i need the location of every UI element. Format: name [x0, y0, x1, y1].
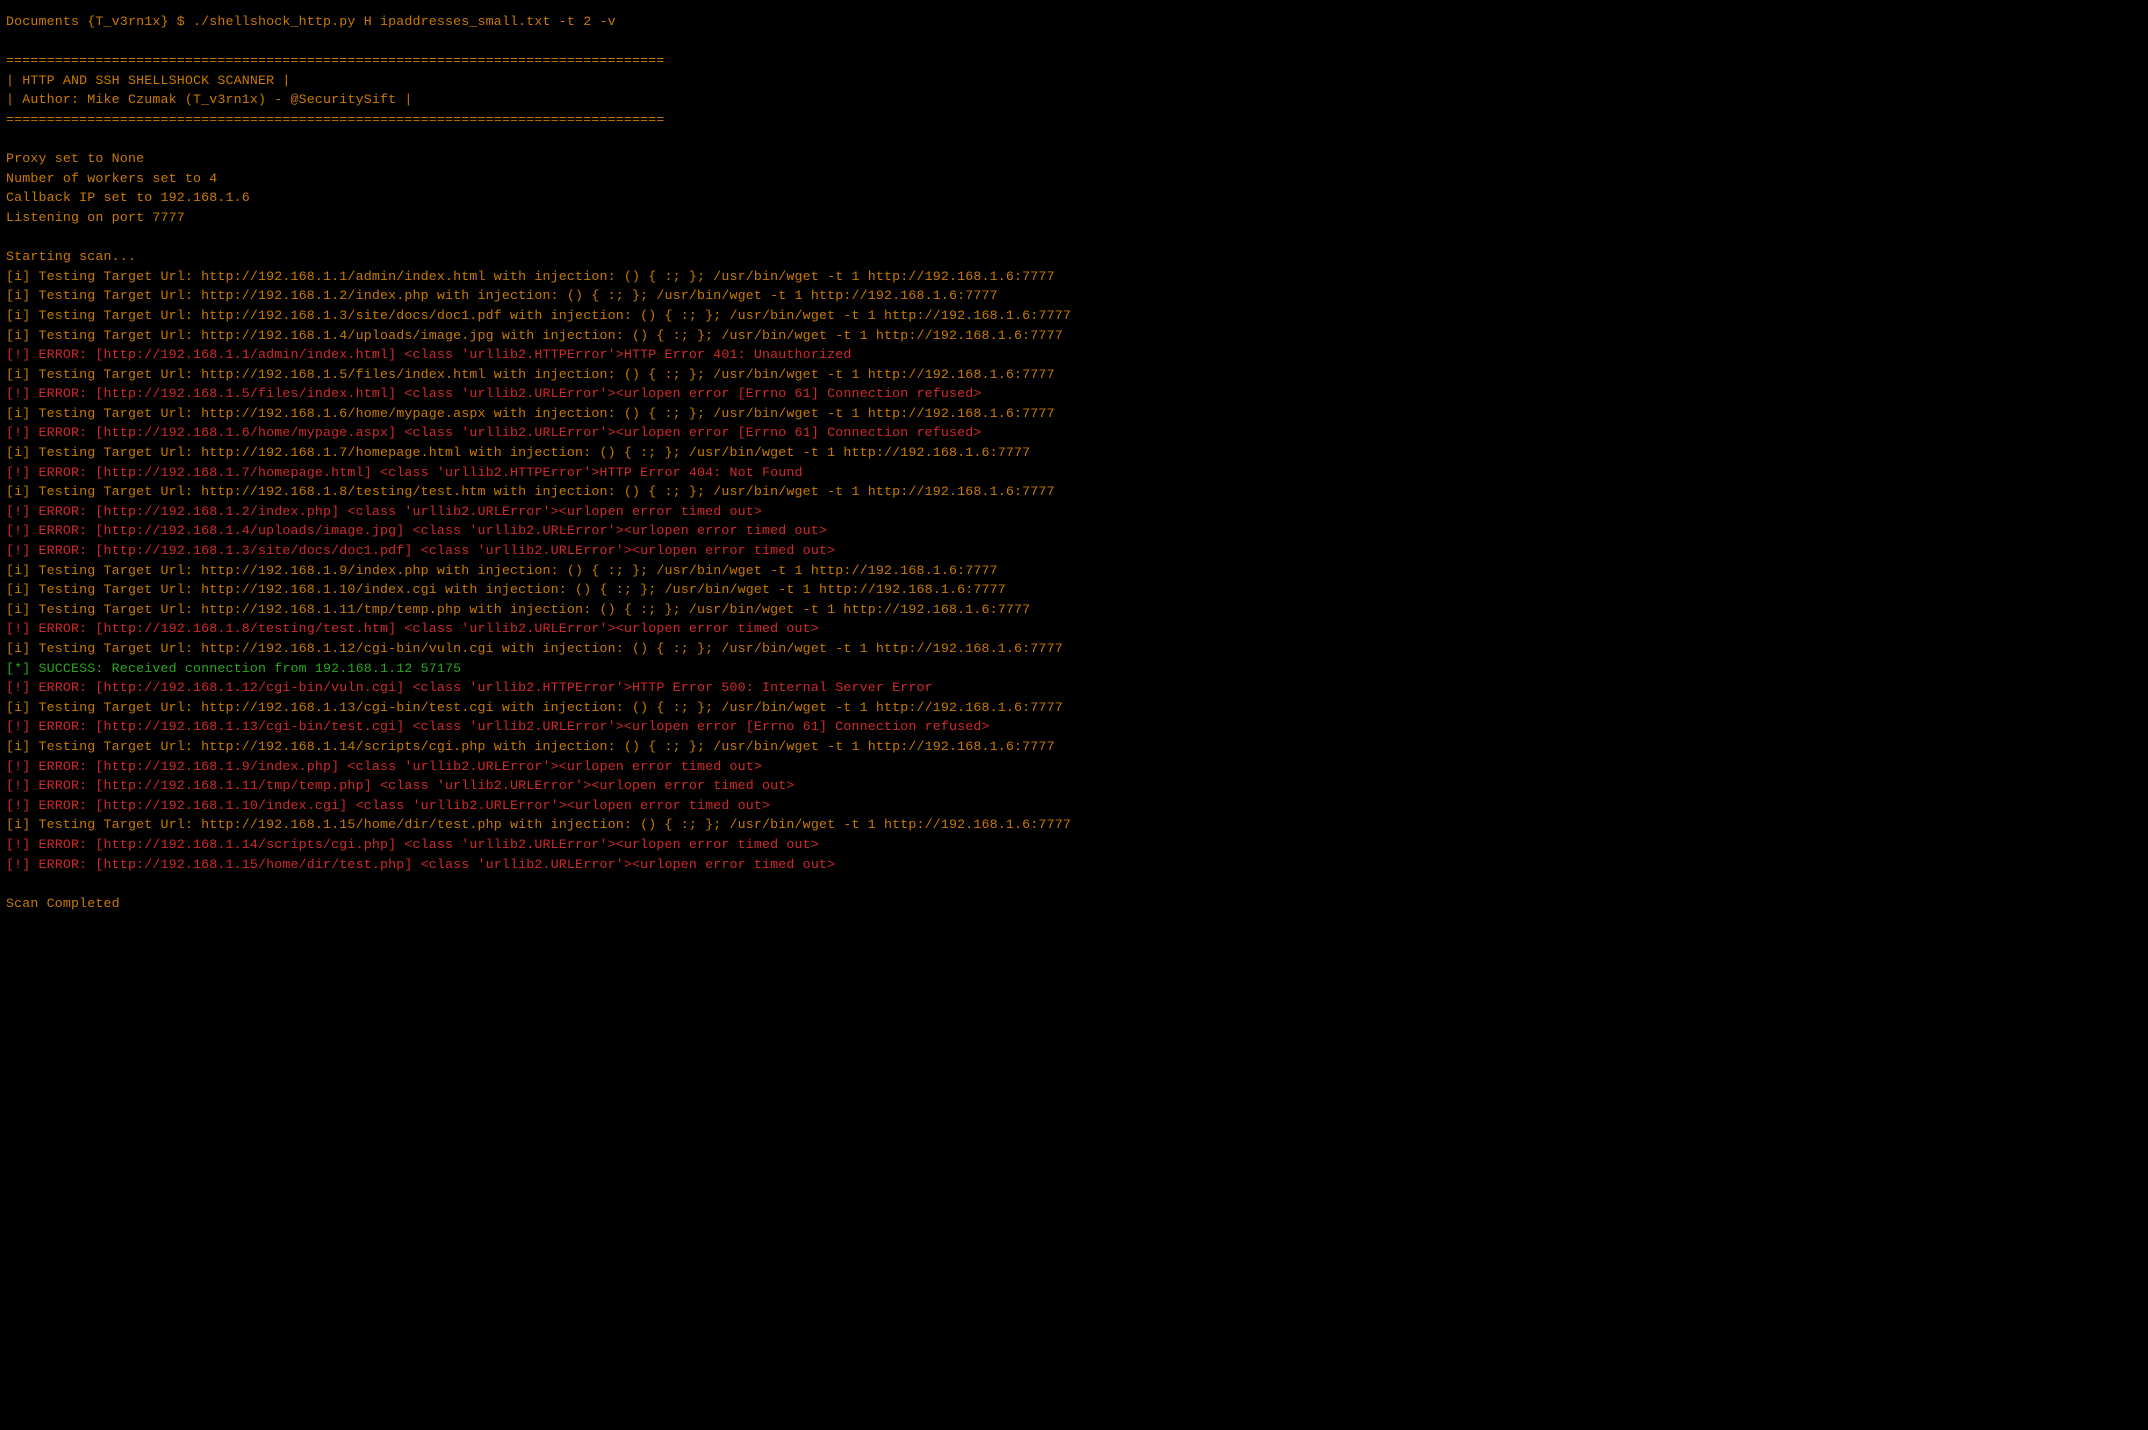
blank-line	[6, 228, 2142, 248]
log-info-line: [i] Testing Target Url: http://192.168.1…	[6, 698, 2142, 718]
log-info-line: [i] Testing Target Url: http://192.168.1…	[6, 306, 2142, 326]
log-error-line: [!] ERROR: [http://192.168.1.12/cgi-bin/…	[6, 678, 2142, 698]
config-callback: Callback IP set to 192.168.1.6	[6, 188, 2142, 208]
config-proxy: Proxy set to None	[6, 149, 2142, 169]
banner-author: | Author: Mike Czumak (T_v3rn1x) - @Secu…	[6, 90, 2142, 110]
log-error-line: [!] ERROR: [http://192.168.1.1/admin/ind…	[6, 345, 2142, 365]
log-error-line: [!] ERROR: [http://192.168.1.13/cgi-bin/…	[6, 717, 2142, 737]
log-error-line: [!] ERROR: [http://192.168.1.2/index.php…	[6, 502, 2142, 522]
scan-lines: [i] Testing Target Url: http://192.168.1…	[6, 267, 2142, 874]
log-info-line: [i] Testing Target Url: http://192.168.1…	[6, 482, 2142, 502]
log-info-line: [i] Testing Target Url: http://192.168.1…	[6, 737, 2142, 757]
log-error-line: [!] ERROR: [http://192.168.1.5/files/ind…	[6, 384, 2142, 404]
config-workers: Number of workers set to 4	[6, 169, 2142, 189]
log-error-line: [!] ERROR: [http://192.168.1.11/tmp/temp…	[6, 776, 2142, 796]
config-listen: Listening on port 7777	[6, 208, 2142, 228]
log-error-line: [!] ERROR: [http://192.168.1.4/uploads/i…	[6, 521, 2142, 541]
log-info-line: [i] Testing Target Url: http://192.168.1…	[6, 443, 2142, 463]
log-success-line: [*] SUCCESS: Received connection from 19…	[6, 659, 2142, 679]
log-error-line: [!] ERROR: [http://192.168.1.9/index.php…	[6, 757, 2142, 777]
banner-hr: ========================================…	[6, 110, 2142, 130]
log-info-line: [i] Testing Target Url: http://192.168.1…	[6, 580, 2142, 600]
log-error-line: [!] ERROR: [http://192.168.1.7/homepage.…	[6, 463, 2142, 483]
scan-completed: Scan Completed	[6, 894, 2142, 914]
log-error-line: [!] ERROR: [http://192.168.1.15/home/dir…	[6, 855, 2142, 875]
terminal-output: Documents {T_v3rn1x} $ ./shellshock_http…	[0, 0, 2148, 925]
log-info-line: [i] Testing Target Url: http://192.168.1…	[6, 815, 2142, 835]
banner-title: | HTTP AND SSH SHELLSHOCK SCANNER |	[6, 71, 2142, 91]
log-info-line: [i] Testing Target Url: http://192.168.1…	[6, 600, 2142, 620]
log-error-line: [!] ERROR: [http://192.168.1.10/index.cg…	[6, 796, 2142, 816]
log-info-line: [i] Testing Target Url: http://192.168.1…	[6, 404, 2142, 424]
log-error-line: [!] ERROR: [http://192.168.1.3/site/docs…	[6, 541, 2142, 561]
log-info-line: [i] Testing Target Url: http://192.168.1…	[6, 639, 2142, 659]
log-error-line: [!] ERROR: [http://192.168.1.14/scripts/…	[6, 835, 2142, 855]
banner-hr: ========================================…	[6, 51, 2142, 71]
log-info-line: [i] Testing Target Url: http://192.168.1…	[6, 286, 2142, 306]
log-error-line: [!] ERROR: [http://192.168.1.8/testing/t…	[6, 619, 2142, 639]
log-info-line: [i] Testing Target Url: http://192.168.1…	[6, 326, 2142, 346]
blank-line	[6, 32, 2142, 52]
log-info-line: [i] Testing Target Url: http://192.168.1…	[6, 267, 2142, 287]
blank-line	[6, 874, 2142, 894]
scan-start: Starting scan...	[6, 247, 2142, 267]
log-info-line: [i] Testing Target Url: http://192.168.1…	[6, 561, 2142, 581]
log-error-line: [!] ERROR: [http://192.168.1.6/home/mypa…	[6, 423, 2142, 443]
log-info-line: [i] Testing Target Url: http://192.168.1…	[6, 365, 2142, 385]
shell-prompt: Documents {T_v3rn1x} $ ./shellshock_http…	[6, 12, 2142, 32]
blank-line	[6, 130, 2142, 150]
